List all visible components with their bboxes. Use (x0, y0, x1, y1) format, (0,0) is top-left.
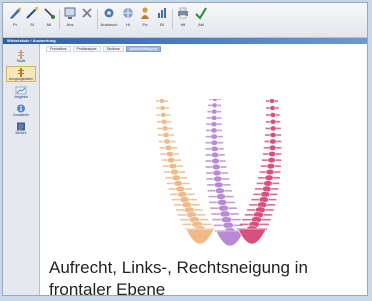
toolbar-button-check[interactable]: Abl (193, 6, 209, 33)
chart-icon (15, 86, 27, 95)
app-window: Pr St Mi Ans Ausbruch Hi Pa BI Hil Abl W… (2, 2, 368, 299)
toolbar: Pr St Mi Ans Ausbruch Hi Pa BI Hil Abl (3, 3, 367, 38)
spine-upright (156, 99, 215, 245)
tab-bar: Frontalbus Profilanalyse Skoliose Aufrec… (46, 46, 163, 52)
sidebar-item-vergleich[interactable]: Vergleich (6, 84, 36, 100)
tab-profilanalyse[interactable]: Profilanalyse (72, 46, 101, 52)
close-icon (82, 8, 92, 18)
toolbar-button-printer[interactable]: Hil (175, 6, 191, 33)
tab-aufrecht-neigung[interactable]: Aufrecht/Neigung (125, 46, 161, 52)
toolbar-button-wand[interactable]: St (24, 6, 40, 33)
pen-icon (10, 7, 21, 19)
sidebar-item-zusatzinfo[interactable]: Zusatzinfo (6, 102, 36, 118)
main-content: Frontalbus Profilanalyse Skoliose Aufrec… (40, 44, 367, 299)
globe-icon (123, 8, 133, 18)
wand-icon (26, 6, 39, 19)
toolbar-button-bars[interactable]: BI (154, 6, 170, 33)
toolbar-button-gear[interactable]: Ausbruch (98, 6, 120, 33)
caption-line-1: Aufrecht, Links-, Rechtsneigung in (49, 258, 308, 277)
toolbar-button-measure[interactable]: Mi (41, 6, 57, 33)
gear-icon (104, 8, 114, 18)
toolbar-button-close[interactable] (79, 6, 95, 33)
toolbar-button-globe[interactable]: Hi (120, 6, 136, 33)
toolbar-button-person[interactable]: Pa (137, 6, 153, 33)
sidebar-item-bericht[interactable]: Bericht (6, 120, 36, 136)
spine-icon (18, 68, 24, 77)
toolbar-separator (172, 9, 173, 29)
printer-icon (178, 7, 188, 19)
caption-line-2: frontaler Ebene (49, 280, 166, 299)
sidebar-item-ausgangsdaten[interactable]: Ausgangsdaten (6, 66, 36, 82)
toolbar-button-monitor[interactable]: Ans (62, 6, 78, 33)
sidebar-item-statik[interactable]: Statik (6, 48, 36, 64)
tab-frontalbus[interactable]: Frontalbus (46, 46, 71, 52)
toolbar-separator (59, 9, 60, 29)
toolbar-button-pen[interactable]: Pr (7, 6, 23, 33)
tab-skoliose[interactable]: Skoliose (102, 46, 124, 52)
info-icon (17, 104, 25, 113)
bars-icon (158, 8, 166, 18)
check-icon (195, 7, 207, 20)
sidebar: Statik Ausgangsdaten Vergleich Zusatzinf… (3, 44, 40, 295)
spine-right-bend (237, 99, 282, 245)
illustration-caption: Aufrecht, Links-, Rechtsneigung in front… (49, 257, 365, 301)
spine-icon (18, 50, 24, 59)
monitor-icon (64, 7, 76, 19)
spine-illustration (156, 99, 282, 247)
person-icon (141, 7, 149, 19)
measure-icon (44, 8, 55, 19)
document-icon (17, 122, 25, 131)
